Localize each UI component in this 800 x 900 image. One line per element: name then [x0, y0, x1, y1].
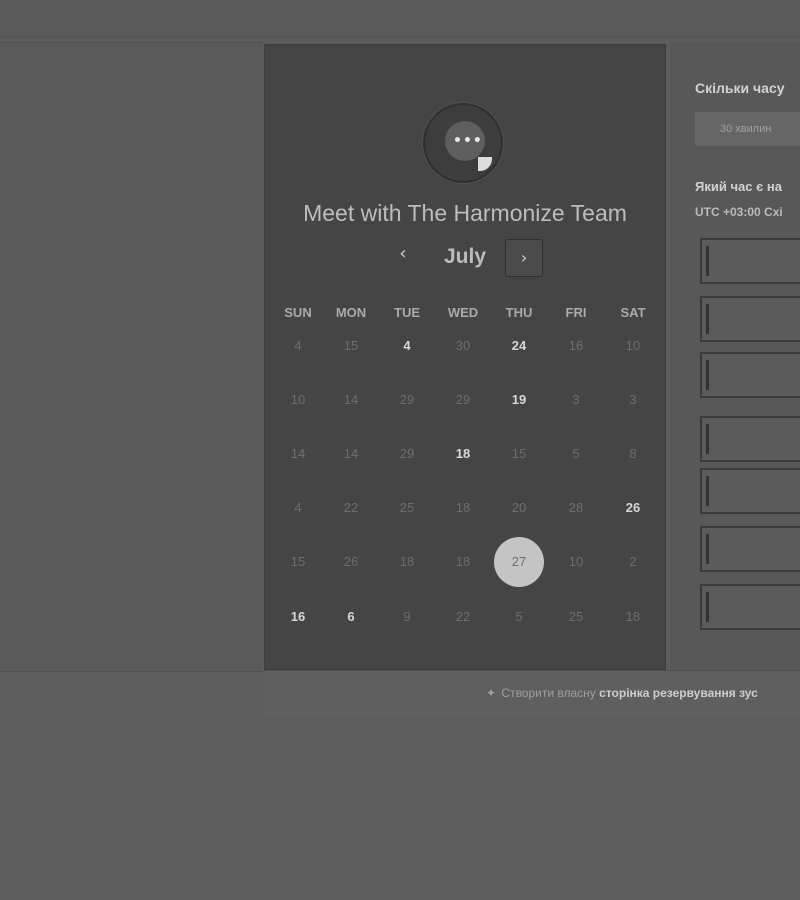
calendar-day: 30 — [455, 338, 471, 353]
prev-month-button[interactable]: ‹ — [393, 241, 413, 267]
calendar-day[interactable]: 18 — [438, 429, 488, 479]
chat-bubble-tail — [478, 157, 492, 171]
calendar-day: 16 — [568, 338, 584, 353]
logo-dots: ••• — [453, 133, 483, 149]
time-slot[interactable] — [700, 468, 800, 514]
calendar-day: 15 — [290, 554, 306, 569]
calendar-day: 8 — [629, 446, 637, 461]
time-slot[interactable] — [700, 526, 800, 572]
calendar-day[interactable]: 24 — [494, 321, 544, 371]
footer: ✦ Створити власну сторінка резервування … — [264, 670, 800, 716]
calendar-day: 10 — [568, 554, 584, 569]
duration-option-button[interactable]: 30 хвилин — [695, 112, 800, 146]
selected-day[interactable]: 27 — [494, 537, 544, 587]
booking-title: Meet with The Harmonize Team — [303, 200, 627, 226]
time-slot[interactable] — [700, 584, 800, 630]
month-nav: ‹ July › — [265, 237, 665, 277]
calendar-week: 10 14 29 29 19 3 3 — [265, 375, 665, 415]
calendar-day: 4 — [294, 500, 302, 515]
weekday-label: TUE — [394, 305, 420, 320]
top-bar — [0, 0, 800, 38]
time-slot[interactable] — [700, 238, 800, 284]
weekday-label: WED — [447, 305, 479, 320]
duration-heading: Скільки часу — [695, 80, 785, 96]
footer-text: ✦ Створити власну сторінка резервування … — [486, 686, 758, 700]
next-month-button[interactable]: › — [505, 239, 543, 277]
calendar-day[interactable]: 6 — [326, 592, 376, 642]
calendar-day: 10 — [290, 392, 306, 407]
time-picker-panel: Скільки часу 30 хвилин Який час є на UTC… — [670, 42, 800, 672]
calendar-day: 18 — [455, 500, 471, 515]
calendar-day: 18 — [399, 554, 415, 569]
calendar-day: 14 — [290, 446, 306, 461]
calendar-day: 20 — [511, 500, 527, 515]
left-pane — [0, 42, 263, 672]
calendar-week: 15 26 18 18 27 10 2 — [265, 537, 665, 587]
team-logo: ••• — [423, 103, 503, 183]
weekday-label: THU — [505, 305, 533, 320]
weekday-label: SAT — [620, 305, 646, 320]
sparkle-icon: ✦ — [486, 686, 497, 700]
calendar-day: 29 — [399, 392, 415, 407]
timezone-label[interactable]: UTC +03:00 Схі — [695, 205, 783, 219]
weekday-label: SUN — [284, 305, 312, 320]
calendar-week: 4 15 4 30 24 16 10 — [265, 321, 665, 361]
calendar-day: 22 — [343, 500, 359, 515]
calendar-day: 5 — [515, 609, 523, 624]
calendar-day: 22 — [455, 609, 471, 624]
calendar-day[interactable]: 4 — [382, 321, 432, 371]
calendar-day: 26 — [343, 554, 359, 569]
calendar-day: 3 — [629, 392, 637, 407]
month-label: July — [443, 245, 487, 268]
weekday-label: FRI — [565, 305, 587, 320]
time-slot[interactable] — [700, 416, 800, 462]
calendar-day[interactable]: 16 — [273, 592, 323, 642]
calendar-day: 18 — [625, 609, 641, 624]
calendar-day: 25 — [399, 500, 415, 515]
booking-card: ••• Meet with The Harmonize Team ‹ July … — [264, 44, 666, 670]
calendar-day: 3 — [572, 392, 580, 407]
calendar-day: 4 — [294, 338, 302, 353]
calendar-day: 25 — [568, 609, 584, 624]
calendar-day: 5 — [572, 446, 580, 461]
calendar-day: 10 — [625, 338, 641, 353]
calendar-day: 15 — [511, 446, 527, 461]
calendar-day: 2 — [629, 554, 637, 569]
calendar-week: 16 6 9 22 5 25 18 — [265, 592, 665, 632]
calendar-day: 14 — [343, 446, 359, 461]
calendar-day: 15 — [343, 338, 359, 353]
calendar-day: 29 — [399, 446, 415, 461]
calendar-day: 9 — [403, 609, 411, 624]
calendar-day: 18 — [455, 554, 471, 569]
calendar-day[interactable]: 26 — [608, 483, 658, 533]
footer-link[interactable]: сторінка резервування зус — [599, 686, 758, 700]
calendar-day[interactable]: 19 — [494, 375, 544, 425]
time-question: Який час є на — [695, 179, 782, 194]
time-slot[interactable] — [700, 352, 800, 398]
calendar-day: 29 — [455, 392, 471, 407]
calendar-week: 14 14 29 18 15 5 8 — [265, 429, 665, 469]
calendar-week: 4 22 25 18 20 28 26 — [265, 483, 665, 523]
chat-bubble-icon: ••• — [445, 121, 492, 171]
footer-prefix: Створити власну — [501, 686, 596, 700]
calendar-day: 28 — [568, 500, 584, 515]
weekday-label: MON — [335, 305, 367, 320]
time-slot[interactable] — [700, 296, 800, 342]
calendar-day: 14 — [343, 392, 359, 407]
